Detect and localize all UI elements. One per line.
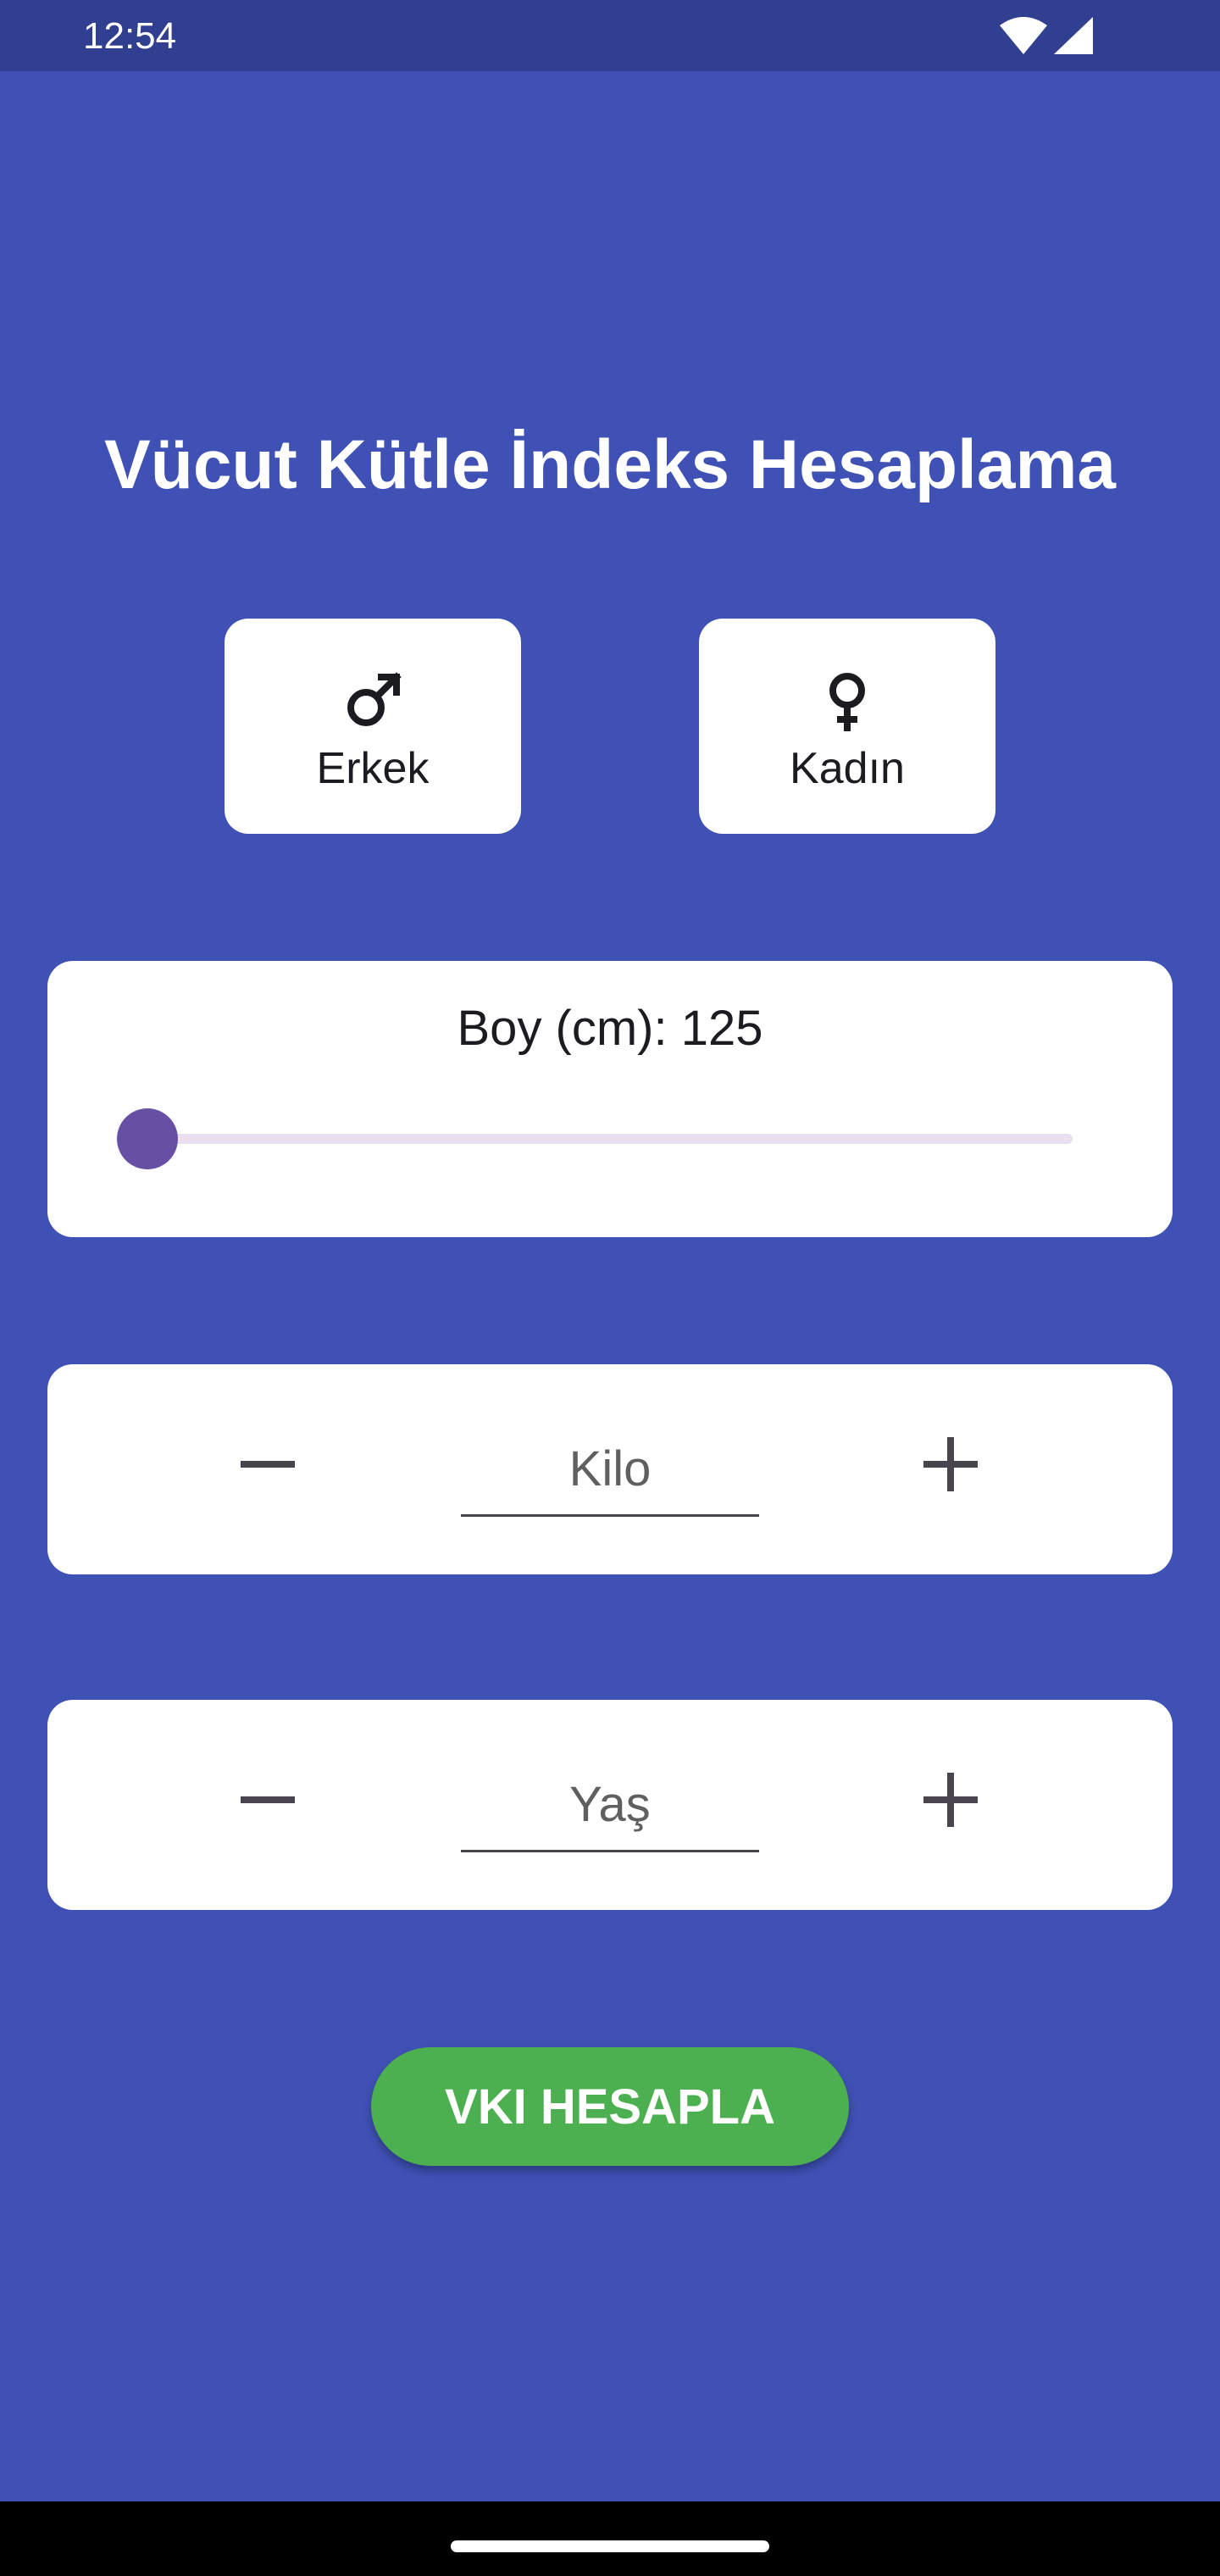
height-slider-track[interactable] [147, 1134, 1073, 1144]
plus-icon [923, 1773, 978, 1827]
female-label: Kadın [790, 744, 905, 793]
male-label: Erkek [316, 744, 430, 793]
weight-input[interactable] [461, 1424, 759, 1517]
calculate-bmi-button[interactable]: VKI HESAPLA [371, 2047, 849, 2166]
weight-increment-button[interactable] [900, 1413, 1001, 1515]
status-bar: 12:54 [0, 0, 1220, 71]
female-icon [829, 673, 865, 731]
age-decrement-button[interactable] [217, 1749, 319, 1851]
age-input[interactable] [461, 1759, 759, 1852]
status-icons [1000, 15, 1093, 56]
weight-stepper-card [47, 1364, 1173, 1574]
status-time: 12:54 [83, 15, 177, 57]
minus-icon [241, 1461, 295, 1468]
signal-icon [1054, 17, 1093, 54]
home-indicator[interactable] [451, 2540, 769, 2552]
height-label: Boy (cm): 125 [457, 1001, 763, 1056]
minus-icon [241, 1796, 295, 1803]
weight-decrement-button[interactable] [217, 1413, 319, 1515]
age-stepper-card [47, 1700, 1173, 1910]
page-title: Vücut Kütle İndeks Hesaplama [104, 426, 1116, 503]
male-gender-card[interactable]: Erkek [225, 619, 521, 834]
female-gender-card[interactable]: Kadın [699, 619, 995, 834]
plus-icon [923, 1437, 978, 1491]
male-icon [347, 672, 402, 726]
height-card: Boy (cm): 125 [47, 961, 1173, 1237]
wifi-icon [1000, 17, 1047, 54]
bmi-calculator-screen: Vücut Kütle İndeks Hesaplama Erkek Kadın… [0, 71, 1220, 2501]
navigation-bar [0, 2501, 1220, 2576]
height-slider-thumb[interactable] [117, 1108, 178, 1169]
age-increment-button[interactable] [900, 1749, 1001, 1851]
